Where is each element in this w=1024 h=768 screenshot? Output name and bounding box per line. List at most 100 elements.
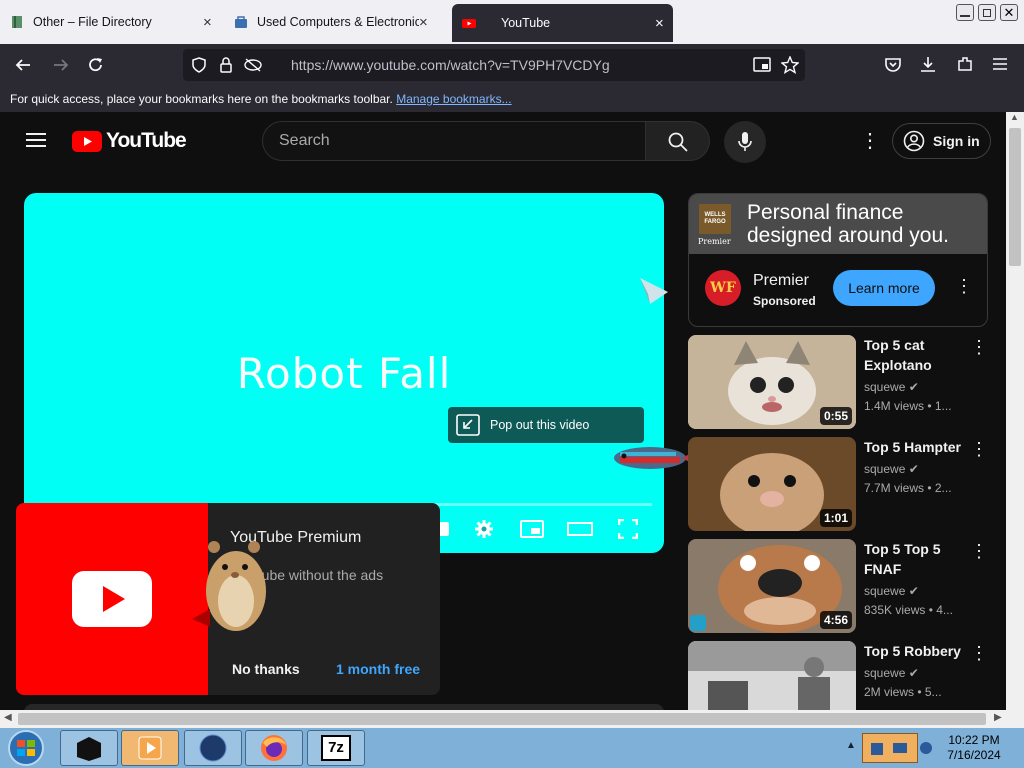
learn-more-button[interactable]: Learn more [833,270,935,306]
taskbar-terminal[interactable] [60,730,118,766]
pop-out-video-button[interactable]: Pop out this video [448,407,644,443]
bookmark-star-icon[interactable] [781,56,799,74]
robbery-thumbnail-art [688,641,856,710]
video-title[interactable]: Top 5 Top 5 FNAF [864,539,964,579]
no-thanks-button[interactable]: No thanks [232,661,300,677]
channel-label: squewe [864,666,906,680]
advertiser-name: Premier [753,272,810,289]
theater-mode-icon[interactable] [567,522,593,536]
video-player[interactable]: Robot Fall [24,193,664,553]
picture-in-picture-icon[interactable] [753,57,771,73]
video-thumbnail[interactable]: 4:56 [688,539,856,633]
hamburger-menu-icon[interactable] [26,132,46,148]
video-thumbnail[interactable]: 1:01 [688,437,856,531]
brand-caption: Premier [698,237,731,246]
scroll-up-icon[interactable]: ▲ [1010,112,1019,122]
video-thumbnail[interactable]: 0:55 [688,335,856,429]
sign-in-button[interactable]: Sign in [892,123,991,159]
taskbar: 7z ▲ 10:22 PM 7/16/2024 [0,728,1024,768]
channel-name[interactable]: squewe ✔ [864,666,919,680]
microphone-icon [738,132,752,151]
one-month-free-button[interactable]: 1 month free [336,661,420,677]
video-options-kebab-icon[interactable]: ⋮ [970,643,988,664]
close-icon[interactable]: × [203,14,212,31]
sponsored-ad-card[interactable]: WELLS FARGO Premier Personal finance des… [688,193,988,327]
miniplayer-icon[interactable] [520,520,544,538]
voice-search-button[interactable] [724,121,766,163]
logo-text: YouTube [106,129,187,152]
youtube-favicon-icon [462,16,476,30]
verified-icon: ✔ [908,666,919,680]
tab-youtube[interactable]: YouTube × [452,4,673,42]
tracking-icon[interactable] [243,57,263,73]
lock-icon[interactable] [219,57,233,73]
manage-bookmarks-link[interactable]: Manage bookmarks... [396,92,511,106]
start-button-icon[interactable] [6,729,46,767]
advertiser-logo: WF [705,270,741,306]
tray-highlight[interactable] [862,733,918,763]
fullscreen-icon[interactable] [618,519,638,539]
scrollbar-thumb[interactable] [18,713,986,725]
video-options-kebab-icon[interactable]: ⋮ [970,439,988,460]
video-options-kebab-icon[interactable]: ⋮ [970,337,988,358]
taskbar-media-player[interactable] [121,730,179,766]
video-title[interactable]: Top 5 Robbery [864,641,964,661]
menu-icon[interactable] [992,56,1008,72]
video-title[interactable]: Top 5 Hampter [864,437,964,457]
download-icon[interactable] [919,55,937,73]
youtube-logo[interactable]: YouTube [72,129,187,153]
scrollbar-thumb[interactable] [1009,128,1021,266]
video-title[interactable]: Top 5 cat Explotano [864,335,964,375]
scroll-left-icon[interactable]: ◀ [4,712,12,723]
recommendation-item[interactable]: 1:01 Top 5 Hampter squewe ✔ 7.7M views •… [688,437,988,531]
system-clock[interactable]: 10:22 PM 7/16/2024 [944,733,1004,763]
back-icon[interactable] [14,56,32,74]
close-icon[interactable]: × [419,14,428,31]
close-icon[interactable]: × [655,15,664,32]
minimize-button[interactable] [956,4,974,21]
taskbar-7zip[interactable]: 7z [307,730,365,766]
pop-out-icon [456,414,480,436]
sponsored-label: Sponsored [753,294,816,308]
recommendation-item[interactable]: 4:56 Top 5 Top 5 FNAF squewe ✔ 835K view… [688,539,988,633]
extensions-icon[interactable] [956,55,974,73]
ad-options-kebab-icon[interactable]: ⋮ [955,276,973,297]
settings-gear-icon[interactable] [474,519,494,539]
volume-icon[interactable] [918,740,934,756]
settings-kebab-icon[interactable]: ⋮ [860,131,880,151]
channel-name[interactable]: squewe ✔ [864,462,919,476]
reload-icon[interactable] [87,56,105,74]
tab-file-directory[interactable]: Other – File Directory × [10,0,220,44]
verified-icon: ✔ [908,462,919,476]
taskbar-firefox[interactable] [245,730,303,766]
pocket-icon[interactable] [884,56,902,74]
channel-name[interactable]: squewe ✔ [864,584,919,598]
recommendation-item[interactable]: Top 5 Robbery squewe ✔ 2M views • 5... ⋮ [688,641,988,710]
youtube-page: YouTube Search ⋮ Sign in Robot Fall Pop … [0,112,1006,710]
video-meta: 1.4M views • 1... [864,399,952,413]
clock-time: 10:22 PM [948,733,1000,747]
url-text[interactable]: https://www.youtube.com/watch?v=TV9PH7VC… [291,57,610,73]
globe-icon [199,734,227,762]
clock-date: 7/16/2024 [947,748,1001,762]
video-options-kebab-icon[interactable]: ⋮ [970,541,988,562]
vertical-scrollbar[interactable]: ▲ [1006,112,1024,710]
video-thumbnail[interactable] [688,641,856,710]
verified-icon: ✔ [908,380,919,394]
channel-name[interactable]: squewe ✔ [864,380,919,394]
taskbar-globe[interactable] [184,730,242,766]
tab-used-computers[interactable]: Used Computers & Electronics × [234,0,439,44]
shield-icon[interactable] [191,57,207,73]
window-close-button[interactable]: ✕ [1000,4,1018,21]
tab-label: Used Computers & Electronics [257,15,419,29]
search-input[interactable]: Search [262,121,646,161]
url-bar[interactable]: https://www.youtube.com/watch?v=TV9PH7VC… [183,49,805,81]
forward-icon[interactable] [52,56,70,74]
tray-expand-icon[interactable]: ▲ [846,740,856,751]
scroll-right-icon[interactable]: ▶ [994,712,1002,723]
bag-icon [234,15,248,29]
search-button[interactable] [646,121,710,161]
restore-button[interactable] [978,4,996,21]
horizontal-scrollbar[interactable]: ◀ ▶ [0,710,1024,728]
recommendation-item[interactable]: 0:55 Top 5 cat Explotano squewe ✔ 1.4M v… [688,335,988,429]
